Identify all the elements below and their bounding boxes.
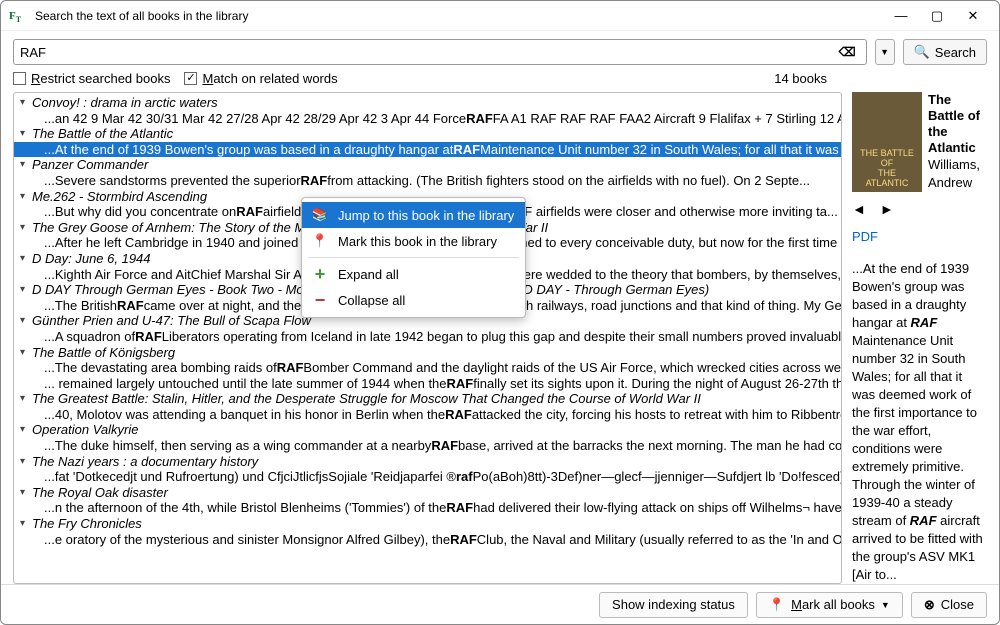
book-row[interactable]: ▾The Royal Oak disaster — [14, 485, 841, 501]
book-title: Panzer Commander — [32, 157, 148, 173]
result-snippet[interactable]: ...Severe sandstorms prevented the super… — [14, 173, 841, 189]
result-snippet[interactable]: ... remained largely untouched until the… — [14, 376, 841, 392]
format-link[interactable]: PDF — [852, 228, 987, 246]
close-window-button[interactable]: ✕ — [955, 4, 991, 28]
ctx-expand-all[interactable]: + Expand all — [302, 261, 525, 287]
detail-excerpt: ...At the end of 1939 Bowen's group was … — [852, 260, 987, 584]
expand-caret[interactable]: ▾ — [20, 157, 32, 173]
book-title: The Battle of Königsberg — [32, 345, 175, 361]
result-snippet[interactable]: ...n the afternoon of the 4th, while Bri… — [14, 500, 841, 516]
expand-caret[interactable]: ▾ — [20, 282, 32, 298]
books-icon: 📚 — [312, 207, 328, 223]
window-title: Search the text of all books in the libr… — [35, 9, 883, 23]
clear-search-icon[interactable]: ⌫ — [835, 45, 860, 59]
result-snippet[interactable]: ...The duke himself, then serving as a w… — [14, 438, 841, 454]
expand-caret[interactable]: ▾ — [20, 220, 32, 236]
result-snippet[interactable]: ...At the end of 1939 Bowen's group was … — [14, 142, 841, 158]
chevron-down-icon: ▼ — [881, 600, 890, 610]
expand-caret[interactable]: ▾ — [20, 485, 32, 501]
book-title: The Nazi years : a documentary history — [32, 454, 258, 470]
result-snippet[interactable]: ...fat 'Dotkecedjt und Rufroertung) und … — [14, 469, 841, 485]
app-icon: FT — [9, 7, 27, 25]
pin-icon: 📍 — [312, 233, 328, 249]
results-tree[interactable]: ▾Convoy! : drama in arctic waters...an 4… — [13, 92, 842, 584]
detail-title: The Battle of the Atlantic — [928, 92, 987, 156]
book-title: The Royal Oak disaster — [32, 485, 168, 501]
context-menu-separator — [308, 257, 519, 258]
book-row[interactable]: ▾The Greatest Battle: Stalin, Hitler, an… — [14, 391, 841, 407]
book-count: 14 books — [774, 71, 827, 86]
book-title: Me.262 - Stormbird Ascending — [32, 189, 207, 205]
search-icon: 🔍 — [914, 44, 930, 60]
expand-caret[interactable]: ▾ — [20, 345, 32, 361]
book-title: The Battle of the Atlantic — [32, 126, 173, 142]
search-button-label: Search — [935, 45, 976, 60]
expand-caret[interactable]: ▾ — [20, 126, 32, 142]
match-checkbox-row[interactable]: ✓ Match on related words — [184, 71, 337, 86]
book-row[interactable]: ▾The Nazi years : a documentary history — [14, 454, 841, 470]
result-snippet[interactable]: ...The devastating area bombing raids of… — [14, 360, 841, 376]
expand-caret[interactable]: ▾ — [20, 251, 32, 267]
next-result-button[interactable]: ► — [880, 200, 894, 218]
book-row[interactable]: ▾The Fry Chronicles — [14, 516, 841, 532]
expand-caret[interactable]: ▾ — [20, 189, 32, 205]
book-cover: THE BATTLE OFTHE ATLANTIC — [852, 92, 922, 192]
ctx-jump-to-book[interactable]: 📚 Jump to this book in the library — [302, 202, 525, 228]
maximize-button[interactable]: ▢ — [919, 4, 955, 28]
book-title: Operation Valkyrie — [32, 422, 138, 438]
book-row[interactable]: ▾Convoy! : drama in arctic waters — [14, 95, 841, 111]
plus-icon: + — [312, 264, 328, 285]
context-menu: 📚 Jump to this book in the library 📍 Mar… — [301, 197, 526, 318]
titlebar: FT Search the text of all books in the l… — [1, 1, 999, 31]
book-title: The Fry Chronicles — [32, 516, 142, 532]
expand-caret[interactable]: ▾ — [20, 391, 32, 407]
expand-caret[interactable]: ▾ — [20, 516, 32, 532]
result-snippet[interactable]: ...an 42 9 Mar 42 30/31 Mar 42 27/28 Apr… — [14, 111, 841, 127]
match-checkbox[interactable]: ✓ — [184, 72, 197, 85]
expand-caret[interactable]: ▾ — [20, 422, 32, 438]
ctx-collapse-all[interactable]: − Collapse all — [302, 287, 525, 313]
book-title: Convoy! : drama in arctic waters — [32, 95, 218, 111]
restrict-checkbox-row[interactable]: Restrict searched books — [13, 71, 170, 86]
expand-caret[interactable]: ▾ — [20, 95, 32, 111]
search-input[interactable] — [20, 45, 835, 60]
prev-result-button[interactable]: ◄ — [852, 200, 866, 218]
ctx-mark-book[interactable]: 📍 Mark this book in the library — [302, 228, 525, 254]
detail-author: Williams, Andrew — [928, 156, 987, 192]
book-title: The Greatest Battle: Stalin, Hitler, and… — [32, 391, 701, 407]
search-field-container: ⌫ — [13, 39, 867, 65]
restrict-checkbox[interactable] — [13, 72, 26, 85]
result-snippet[interactable]: ...A squadron of RAF Liberators operatin… — [14, 329, 841, 345]
minus-icon: − — [312, 290, 328, 311]
result-snippet[interactable]: ...40, Molotov was attending a banquet i… — [14, 407, 841, 423]
book-row[interactable]: ▾Panzer Commander — [14, 157, 841, 173]
mark-all-books-button[interactable]: 📍 MMark all booksark all books ▼ — [756, 592, 903, 618]
detail-panel: THE BATTLE OFTHE ATLANTIC The Battle of … — [852, 92, 987, 584]
book-title: Günther Prien and U-47: The Bull of Scap… — [32, 313, 311, 329]
result-snippet[interactable]: ...e oratory of the mysterious and sinis… — [14, 532, 841, 548]
book-row[interactable]: ▾The Battle of Königsberg — [14, 345, 841, 361]
search-button[interactable]: 🔍 Search — [903, 39, 987, 65]
pin-icon: 📍 — [769, 597, 785, 613]
minimize-button[interactable]: — — [883, 4, 919, 28]
show-indexing-status-button[interactable]: Show indexing status — [599, 592, 748, 618]
book-row[interactable]: ▾The Battle of the Atlantic — [14, 126, 841, 142]
book-title: D Day: June 6, 1944 — [32, 251, 151, 267]
search-history-dropdown[interactable]: ▼ — [875, 39, 895, 65]
book-row[interactable]: ▾Operation Valkyrie — [14, 422, 841, 438]
expand-caret[interactable]: ▾ — [20, 313, 32, 329]
close-button[interactable]: ⊗ Close — [911, 592, 987, 618]
close-icon: ⊗ — [924, 597, 935, 613]
expand-caret[interactable]: ▾ — [20, 454, 32, 470]
